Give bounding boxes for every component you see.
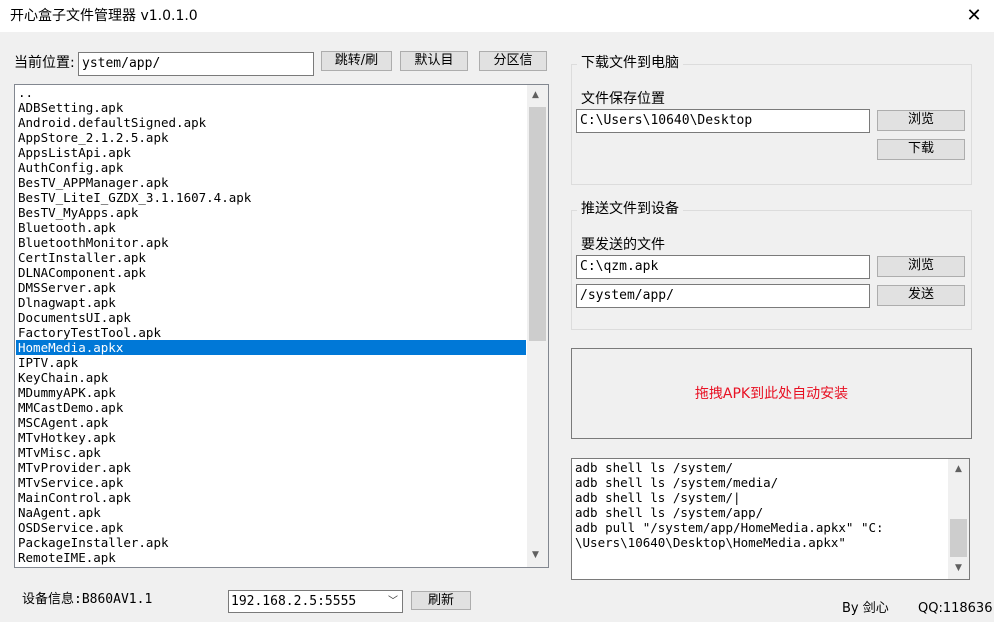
- log-line: adb shell ls /system/media/: [575, 475, 779, 490]
- current-location-label: 当前位置:: [14, 55, 75, 71]
- file-list-item[interactable]: KeyChain.apk: [16, 370, 526, 385]
- partition-info-button[interactable]: 分区信: [479, 51, 547, 71]
- download-browse-button[interactable]: 浏览: [877, 110, 965, 131]
- jump-refresh-button[interactable]: 跳转/刷: [321, 51, 392, 71]
- send-button[interactable]: 发送: [877, 285, 965, 306]
- push-target-input[interactable]: /system/app/: [576, 284, 870, 308]
- command-log[interactable]: adb shell ls /system/adb shell ls /syste…: [571, 458, 970, 580]
- log-line: adb pull "/system/app/HomeMedia.apkx" "C…: [575, 520, 884, 535]
- file-list-item[interactable]: MTvProvider.apk: [16, 460, 526, 475]
- file-list[interactable]: .. ADBSetting.apk Android.defaultSigned.ap…: [14, 84, 549, 568]
- close-icon[interactable]: ✕: [963, 5, 985, 27]
- log-line: adb shell ls /system/|: [575, 490, 741, 505]
- file-list-item[interactable]: BesTV_APPManager.apk: [16, 175, 526, 190]
- file-list-item[interactable]: Dlnagwapt.apk: [16, 295, 526, 310]
- file-list-item[interactable]: DMSServer.apk: [16, 280, 526, 295]
- log-line: adb shell ls /system/app/: [575, 505, 764, 520]
- qq-contact: QQ:118636: [918, 601, 993, 616]
- file-list-item[interactable]: MTvService.apk: [16, 475, 526, 490]
- file-list-item[interactable]: MDummyAPK.apk: [16, 385, 526, 400]
- log-scroll-up-icon[interactable]: ▲: [950, 461, 967, 478]
- push-group-title: 推送文件到设备: [577, 200, 683, 218]
- file-list-item[interactable]: ..: [16, 85, 526, 100]
- file-list-item[interactable]: HomeMedia.apkx: [16, 340, 526, 355]
- apk-drop-zone[interactable]: 拖拽APK到此处自动安装: [571, 348, 972, 439]
- file-list-item[interactable]: Android.defaultSigned.apk: [16, 115, 526, 130]
- file-list-item[interactable]: AppStore_2.1.2.5.apk: [16, 130, 526, 145]
- default-directory-button[interactable]: 默认目: [400, 51, 468, 71]
- file-list-item[interactable]: BesTV_MyApps.apk: [16, 205, 526, 220]
- file-list-item[interactable]: Bluetooth.apk: [16, 220, 526, 235]
- log-line: \Users\10640\Desktop\HomeMedia.apkx": [575, 535, 846, 550]
- download-group-title: 下载文件到电脑: [577, 54, 683, 72]
- file-list-item[interactable]: CertInstaller.apk: [16, 250, 526, 265]
- file-list-item[interactable]: PackageInstaller.apk: [16, 535, 526, 550]
- log-lines: adb shell ls /system/adb shell ls /syste…: [575, 460, 945, 550]
- push-file-input[interactable]: C:\qzm.apk: [576, 255, 870, 279]
- file-list-scroll-thumb[interactable]: [529, 107, 546, 341]
- file-list-item[interactable]: MainControl.apk: [16, 490, 526, 505]
- chevron-down-icon: ﹀: [388, 596, 398, 607]
- download-button[interactable]: 下载: [877, 139, 965, 160]
- file-list-item[interactable]: OSDService.apk: [16, 520, 526, 535]
- file-list-item[interactable]: RemoteIME.apk: [16, 550, 526, 565]
- file-list-item[interactable]: DLNAComponent.apk: [16, 265, 526, 280]
- device-address-value: 192.168.2.5:5555: [231, 594, 357, 609]
- log-line: adb shell ls /system/: [575, 460, 734, 475]
- current-path-input[interactable]: ystem/app/: [78, 52, 314, 76]
- file-list-item[interactable]: NaAgent.apk: [16, 505, 526, 520]
- push-file-label: 要发送的文件: [581, 237, 665, 253]
- scroll-up-icon[interactable]: ▲: [527, 87, 544, 104]
- file-list-item[interactable]: BesTV_LiteI_GZDX_3.1.1607.4.apk: [16, 190, 526, 205]
- author-credit: By 剑心: [842, 601, 889, 616]
- file-list-items: .. ADBSetting.apk Android.defaultSigned.ap…: [16, 85, 526, 565]
- window-title: 开心盒子文件管理器 v1.0.1.0: [10, 8, 198, 24]
- file-list-item[interactable]: ADBSetting.apk: [16, 100, 526, 115]
- file-list-item[interactable]: FactoryTestTool.apk: [16, 325, 526, 340]
- file-list-item[interactable]: MSCAgent.apk: [16, 415, 526, 430]
- device-refresh-button[interactable]: 刷新: [411, 591, 471, 610]
- save-path-input[interactable]: C:\Users\10640\Desktop: [576, 109, 870, 133]
- file-list-item[interactable]: AuthConfig.apk: [16, 160, 526, 175]
- drop-zone-text: 拖拽APK到此处自动安装: [694, 386, 849, 402]
- file-list-scrollbar[interactable]: ▲ ▼: [527, 85, 548, 567]
- scroll-down-icon[interactable]: ▼: [527, 547, 544, 564]
- file-list-item[interactable]: MTvHotkey.apk: [16, 430, 526, 445]
- device-info-label: 设备信息:B860AV1.1: [22, 592, 153, 607]
- file-list-item[interactable]: BluetoothMonitor.apk: [16, 235, 526, 250]
- file-list-item[interactable]: DocumentsUI.apk: [16, 310, 526, 325]
- file-list-item[interactable]: MTvMisc.apk: [16, 445, 526, 460]
- log-scrollbar[interactable]: ▲ ▼: [948, 459, 969, 579]
- log-scroll-thumb[interactable]: [950, 519, 967, 557]
- file-list-item[interactable]: MMCastDemo.apk: [16, 400, 526, 415]
- file-list-item[interactable]: IPTV.apk: [16, 355, 526, 370]
- save-location-label: 文件保存位置: [581, 91, 665, 107]
- log-scroll-down-icon[interactable]: ▼: [950, 560, 967, 577]
- push-browse-button[interactable]: 浏览: [877, 256, 965, 277]
- device-address-select[interactable]: 192.168.2.5:5555 ﹀: [228, 590, 403, 613]
- file-list-item[interactable]: AppsListApi.apk: [16, 145, 526, 160]
